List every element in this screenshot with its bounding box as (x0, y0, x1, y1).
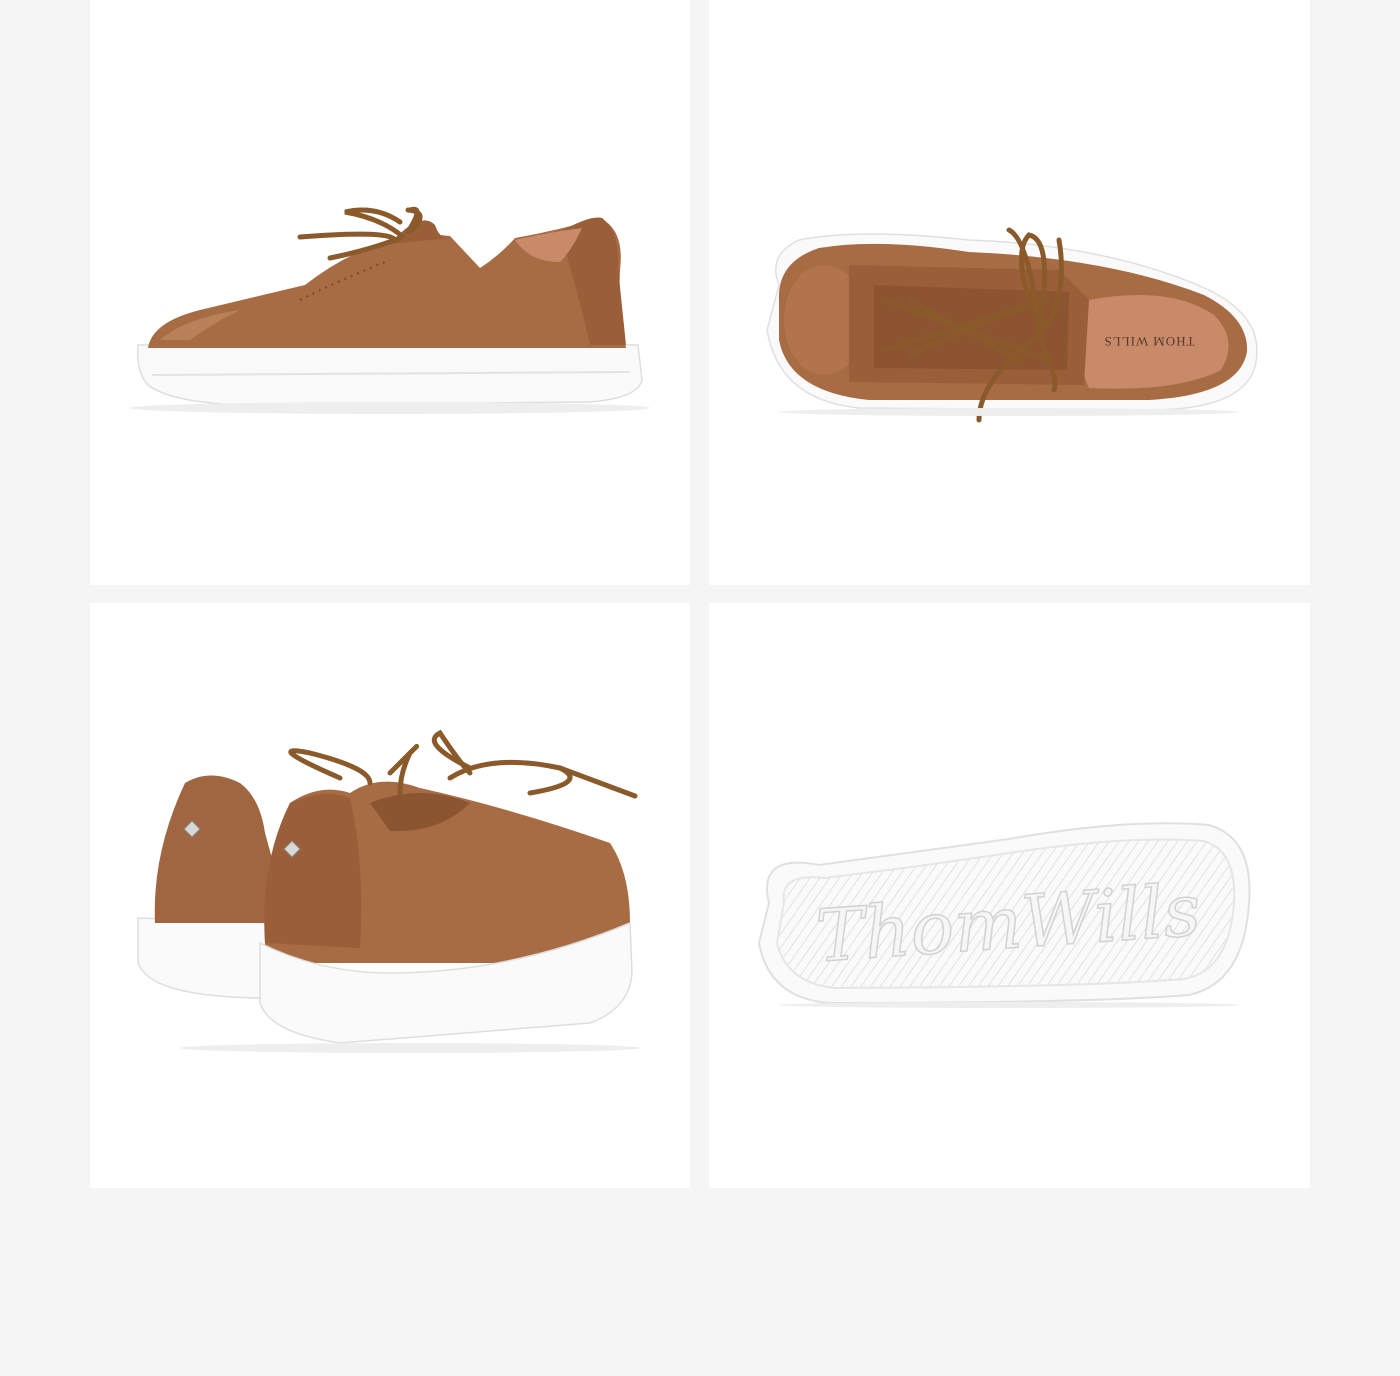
right-shoe-heel (264, 794, 362, 948)
laces (288, 729, 638, 799)
sneaker-rear-illustration (137, 729, 640, 1053)
product-image-outsole[interactable]: ThomWills (709, 603, 1310, 1188)
ground-shadow (779, 1002, 1239, 1008)
product-image-top-view[interactable]: THOM WILLS (709, 0, 1310, 585)
sneaker-top-illustration: THOM WILLS (766, 227, 1258, 423)
left-shoe-sole (137, 917, 271, 999)
ground-shadow (180, 1043, 640, 1053)
insole-brand-print: THOM WILLS (1103, 334, 1194, 349)
ground-shadow (130, 402, 650, 414)
product-image-side-view[interactable] (90, 0, 690, 585)
outsole-illustration: ThomWills (757, 822, 1251, 1008)
product-image-rear-view[interactable] (90, 603, 690, 1188)
ground-shadow (779, 408, 1239, 416)
sneaker-side-illustration (130, 206, 650, 414)
